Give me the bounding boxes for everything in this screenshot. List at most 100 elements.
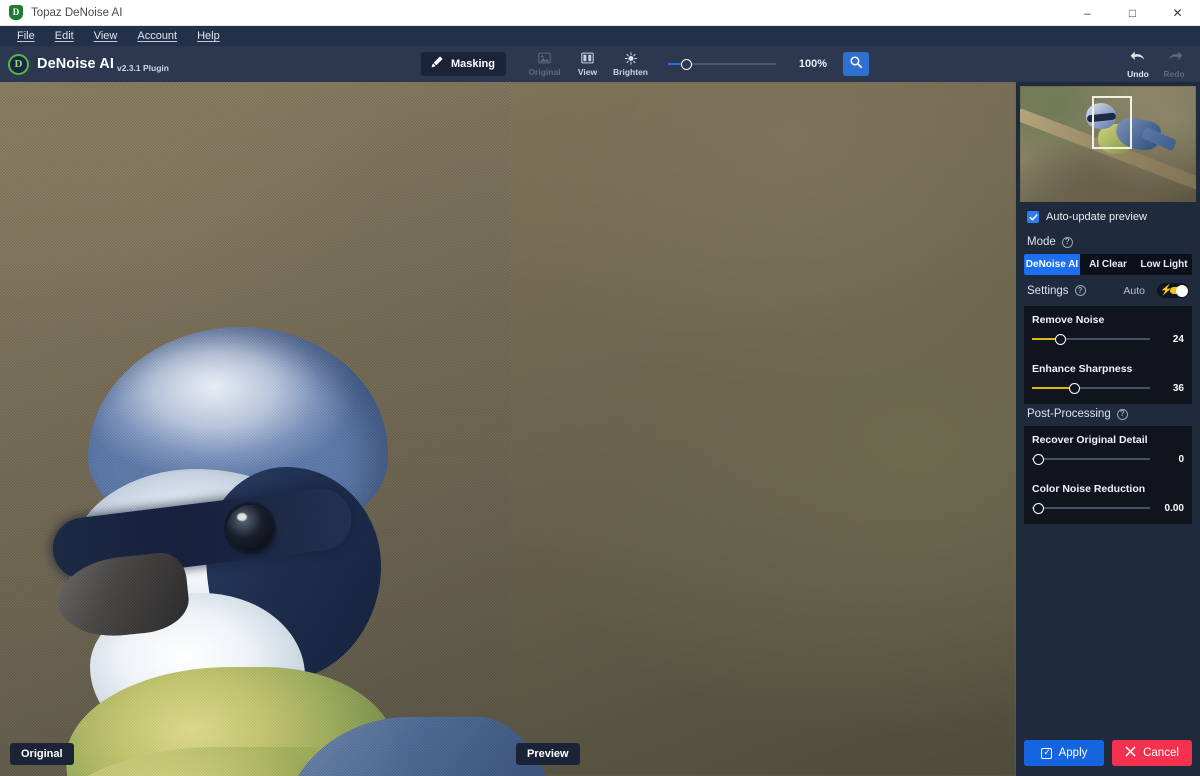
image-icon <box>538 51 551 65</box>
zoom-level-value: 100% <box>798 58 828 70</box>
menubar: File Edit View Account Help <box>0 26 1200 46</box>
original-pane[interactable]: Original <box>0 82 510 776</box>
redo-label: Redo <box>1163 69 1185 79</box>
auto-toggle-label: Auto <box>1123 284 1145 297</box>
navigator-wrap <box>1016 82 1200 202</box>
mode-denoise-ai[interactable]: DeNoise AI <box>1024 254 1080 275</box>
enhance-sharpness-slider[interactable] <box>1032 382 1150 394</box>
menu-edit[interactable]: Edit <box>45 28 84 44</box>
undo-label: Undo <box>1127 69 1149 79</box>
mode-low-light[interactable]: Low Light <box>1136 254 1192 275</box>
check-icon <box>1028 213 1038 221</box>
panel-actions: Apply Cancel <box>1016 740 1200 776</box>
remove-noise-card: Remove Noise 24 <box>1024 306 1192 355</box>
tool-view-label: View <box>577 67 598 77</box>
recover-detail-card: Recover Original Detail 0 <box>1024 426 1192 475</box>
brightness-sun-icon <box>624 51 638 65</box>
preview-label: Preview <box>516 743 580 765</box>
preview-pane[interactable]: Preview <box>510 82 1016 776</box>
window-titlebar: Topaz DeNoise AI – □ ✕ <box>0 0 1200 26</box>
zoom-slider[interactable] <box>668 57 776 71</box>
enhance-sharpness-label: Enhance Sharpness <box>1032 363 1133 375</box>
tool-original[interactable]: Original <box>524 49 565 79</box>
app-shield-icon <box>9 4 23 20</box>
settings-section-header: Settings ? Auto ⚡ <box>1016 279 1200 304</box>
window-controls: – □ ✕ <box>1065 0 1200 26</box>
mode-title: Mode <box>1027 236 1056 248</box>
slider-fill <box>1032 387 1075 389</box>
app-toolbar: D DeNoise AI v2.3.1 Plugin Masking Origi… <box>0 46 1200 82</box>
color-noise-slider[interactable] <box>1032 502 1150 514</box>
minimize-button[interactable]: – <box>1065 0 1110 26</box>
settings-title: Settings <box>1027 284 1069 297</box>
tool-view[interactable]: View <box>567 49 608 79</box>
window-title: Topaz DeNoise AI <box>31 6 123 19</box>
slider-track <box>1032 458 1150 460</box>
zoom-slider-handle[interactable] <box>681 58 692 70</box>
bird-subject <box>30 317 510 776</box>
brand-version: v2.3.1 Plugin <box>117 62 169 73</box>
checkbox-check-icon <box>1040 746 1053 759</box>
redo-button[interactable]: Redo <box>1157 49 1191 79</box>
menu-file[interactable]: File <box>7 28 45 44</box>
remove-noise-value: 24 <box>1172 333 1184 345</box>
post-processing-title: Post-Processing <box>1027 408 1111 420</box>
magnifier-button[interactable] <box>843 52 869 76</box>
brush-icon <box>430 55 444 74</box>
color-noise-value: 0.00 <box>1164 502 1184 514</box>
remove-noise-label: Remove Noise <box>1032 314 1105 326</box>
recover-detail-slider[interactable] <box>1032 453 1150 465</box>
x-icon <box>1125 746 1136 760</box>
color-noise-card: Color Noise Reduction 0.00 <box>1024 475 1192 524</box>
auto-settings-toggle[interactable]: ⚡ <box>1157 283 1189 298</box>
split-view-icon <box>581 51 594 65</box>
navigator-thumbnail[interactable] <box>1020 86 1196 202</box>
recover-detail-handle[interactable] <box>1033 453 1044 465</box>
auto-update-row[interactable]: Auto-update preview <box>1016 202 1200 232</box>
masking-button[interactable]: Masking <box>420 52 506 76</box>
tool-brighten[interactable]: Brighten <box>610 49 651 79</box>
mode-section-header: Mode ? <box>1016 232 1200 254</box>
mode-ai-clear[interactable]: AI Clear <box>1080 254 1136 275</box>
navigator-viewport-rect[interactable] <box>1092 96 1132 149</box>
apply-button[interactable]: Apply <box>1024 740 1104 766</box>
preview-image <box>510 82 1016 776</box>
settings-help-icon[interactable]: ? <box>1074 285 1086 296</box>
tool-original-label: Original <box>528 67 561 77</box>
undo-button[interactable]: Undo <box>1121 49 1155 79</box>
original-label: Original <box>10 743 74 765</box>
post-processing-help-icon[interactable]: ? <box>1116 408 1128 420</box>
color-noise-label: Color Noise Reduction <box>1032 483 1146 495</box>
remove-noise-slider[interactable] <box>1032 333 1150 345</box>
photo-background-denoised <box>510 82 1016 776</box>
redo-arrow-icon <box>1166 49 1183 68</box>
enhance-sharpness-card: Enhance Sharpness 36 <box>1024 355 1192 404</box>
mode-help-icon[interactable]: ? <box>1061 236 1073 248</box>
enhance-sharpness-handle[interactable] <box>1069 382 1081 394</box>
brand-name: DeNoise AI <box>37 56 115 72</box>
menu-account[interactable]: Account <box>127 28 187 44</box>
enhance-sharpness-value: 36 <box>1172 382 1184 394</box>
image-workspace[interactable]: Original Preview <box>0 82 1016 776</box>
undo-arrow-icon <box>1130 49 1147 68</box>
recover-detail-value: 0 <box>1178 453 1184 465</box>
post-processing-section-header: Post-Processing ? <box>1016 404 1200 426</box>
recover-detail-label: Recover Original Detail <box>1032 434 1148 446</box>
menu-view[interactable]: View <box>84 28 128 44</box>
tool-brighten-label: Brighten <box>613 67 648 77</box>
maximize-button[interactable]: □ <box>1110 0 1155 26</box>
toggle-knob <box>1176 284 1188 297</box>
color-noise-handle[interactable] <box>1033 502 1044 514</box>
auto-update-checkbox[interactable] <box>1027 211 1039 223</box>
toolbar-center: Masking Original View Brighten 100% <box>420 49 869 79</box>
cancel-button[interactable]: Cancel <box>1112 740 1192 766</box>
brand: D DeNoise AI v2.3.1 Plugin <box>8 53 169 75</box>
menu-help[interactable]: Help <box>187 28 230 44</box>
bird-eye <box>227 505 273 551</box>
original-image <box>0 82 510 776</box>
masking-label: Masking <box>450 58 495 70</box>
remove-noise-handle[interactable] <box>1055 333 1067 345</box>
cancel-label: Cancel <box>1143 747 1179 759</box>
close-button[interactable]: ✕ <box>1155 0 1200 26</box>
apply-label: Apply <box>1058 747 1088 759</box>
